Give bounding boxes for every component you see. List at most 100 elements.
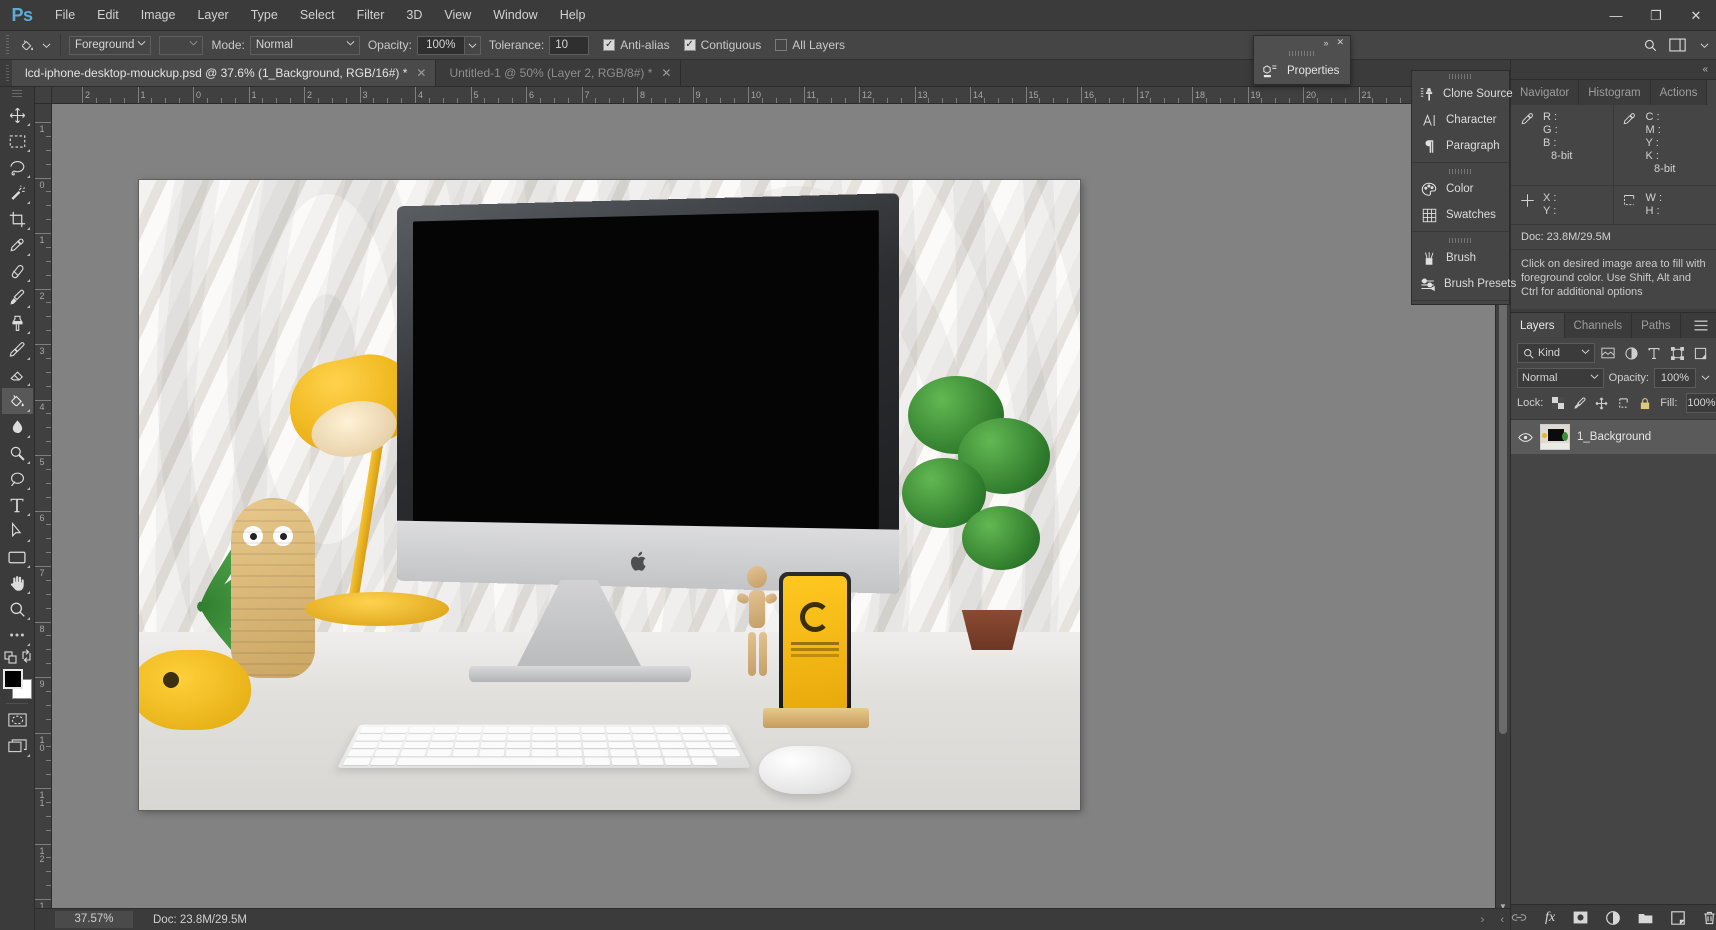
close-icon[interactable]: ✕ [661,66,671,80]
panel-group-grip[interactable] [1412,235,1509,245]
properties-panel-grip[interactable] [1254,49,1350,58]
panel-item-brush[interactable]: Brush [1412,245,1509,271]
quick-selection-tool[interactable] [2,180,33,206]
dock-collapse-row[interactable]: « [1511,60,1716,79]
hand-tool[interactable] [2,570,33,596]
layer-filter-kind-select[interactable]: Kind [1517,343,1595,363]
tab-channels[interactable]: Channels [1564,313,1633,338]
document-tab-grip[interactable] [4,59,12,86]
workspace-switcher-icon[interactable] [1666,37,1688,53]
shape-filter-icon[interactable] [1669,345,1685,361]
menu-filter[interactable]: Filter [346,0,396,31]
close-icon[interactable]: ✕ [1336,37,1344,48]
close-icon[interactable]: ✕ [416,66,426,80]
pen-tool[interactable] [2,466,33,492]
horizontal-ruler[interactable]: 2101234567891011121314151617181920212223… [52,87,1510,104]
panel-item-color[interactable]: Color [1412,176,1509,202]
opacity-input[interactable]: 100% [416,35,465,55]
panel-menu-icon[interactable] [1686,313,1716,338]
new-adjustment-layer-icon[interactable] [1606,910,1620,926]
menu-file[interactable]: File [44,0,86,31]
tab-info[interactable]: Info [1707,80,1716,105]
more-tools-icon[interactable] [2,622,33,648]
tools-panel-grip[interactable] [12,90,22,99]
layer-thumbnail[interactable] [1540,424,1570,450]
document-tab-active[interactable]: lcd-iphone-desktop-mouckup.psd @ 37.6% (… [12,60,437,86]
panel-item-clone-source[interactable]: Clone Source [1412,81,1513,107]
move-tool[interactable] [2,102,33,128]
antialias-checkbox[interactable]: ✓ Anti-alias [603,38,670,52]
clone-stamp-tool[interactable] [2,310,33,336]
collapse-dock-icon[interactable]: « [1702,64,1708,75]
minimize-button[interactable]: — [1596,0,1636,31]
tolerance-input[interactable]: 10 [549,35,590,55]
link-layers-icon[interactable] [1511,910,1527,926]
fill-source-select[interactable]: Foreground [69,35,152,55]
workspace-chevron-down-icon[interactable] [1696,37,1712,53]
collapse-panel-icon[interactable]: » [1323,38,1328,48]
paint-bucket-tool[interactable] [1,388,33,414]
options-bar-grip[interactable] [4,35,11,55]
opacity-scrubber-button[interactable] [464,35,481,55]
tab-actions[interactable]: Actions [1650,80,1708,105]
zoom-tool[interactable] [2,596,33,622]
quick-mask-mode-tool[interactable] [2,707,33,733]
tab-histogram[interactable]: Histogram [1579,80,1651,105]
new-layer-icon[interactable] [1671,910,1685,926]
menu-window[interactable]: Window [482,0,548,31]
blur-tool[interactable] [2,414,33,440]
status-next-icon[interactable]: › [1481,914,1485,926]
panel-list-grip[interactable] [1412,71,1509,81]
floating-properties-panel[interactable]: » ✕ Properties [1253,35,1351,85]
vertical-ruler[interactable]: 10123456789101112131415 [35,104,52,930]
properties-panel-item[interactable]: Properties [1254,58,1350,84]
layer-opacity-chevron-down-icon[interactable] [1701,371,1710,385]
path-selection-tool[interactable] [2,518,33,544]
foreground-background-color[interactable] [2,668,33,700]
menu-image[interactable]: Image [130,0,187,31]
adjustment-filter-icon[interactable] [1623,345,1639,361]
menu-select[interactable]: Select [289,0,346,31]
panel-group-grip[interactable] [1412,166,1509,176]
lasso-tool[interactable] [2,154,33,180]
new-group-icon[interactable] [1638,910,1653,926]
all-layers-checkbox[interactable]: ✓ All Layers [775,38,845,52]
panel-item-brush-presets[interactable]: Brush Presets [1412,271,1516,297]
menu-view[interactable]: View [433,0,482,31]
eraser-tool[interactable] [2,362,33,388]
lock-artboard-nesting-icon[interactable] [1617,395,1630,411]
rectangle-tool[interactable] [2,544,33,570]
menu-type[interactable]: Type [240,0,289,31]
spot-healing-brush-tool[interactable] [2,258,33,284]
zoom-level-input[interactable]: 37.57% [55,911,133,928]
type-tool[interactable] [2,492,33,518]
layer-opacity-input[interactable]: 100% [1654,368,1696,388]
tab-navigator[interactable]: Navigator [1511,80,1580,105]
status-prev-icon[interactable]: ‹ [1500,914,1504,926]
dodge-tool[interactable] [2,440,33,466]
screen-mode-tool[interactable] [2,733,33,759]
ruler-corner[interactable] [35,87,52,104]
type-filter-icon[interactable] [1646,345,1662,361]
lock-transparent-pixels-icon[interactable] [1552,395,1565,411]
layer-blend-mode-select[interactable]: Normal [1517,368,1604,388]
lock-all-icon[interactable] [1639,395,1651,411]
document-size-status[interactable]: Doc: 23.8M/29.5M [153,914,247,926]
active-tool-preview[interactable] [15,34,61,56]
menu-edit[interactable]: Edit [86,0,130,31]
delete-layer-icon[interactable] [1703,910,1716,926]
blend-mode-select[interactable]: Normal [249,35,360,55]
brush-tool[interactable] [2,284,33,310]
rectangular-marquee-tool[interactable] [2,128,33,154]
pattern-picker[interactable] [159,35,204,55]
panel-item-swatches[interactable]: Swatches [1412,202,1509,228]
search-icon[interactable] [1642,37,1658,53]
panel-item-paragraph[interactable]: Paragraph [1412,133,1509,159]
close-button[interactable]: ✕ [1676,0,1716,31]
menu-layer[interactable]: Layer [186,0,239,31]
menu-3d[interactable]: 3D [395,0,433,31]
table-row[interactable]: 1_Background [1511,420,1716,454]
artboard-image[interactable] [139,180,1080,810]
history-brush-tool[interactable] [2,336,33,362]
panel-item-character[interactable]: Character [1412,107,1509,133]
